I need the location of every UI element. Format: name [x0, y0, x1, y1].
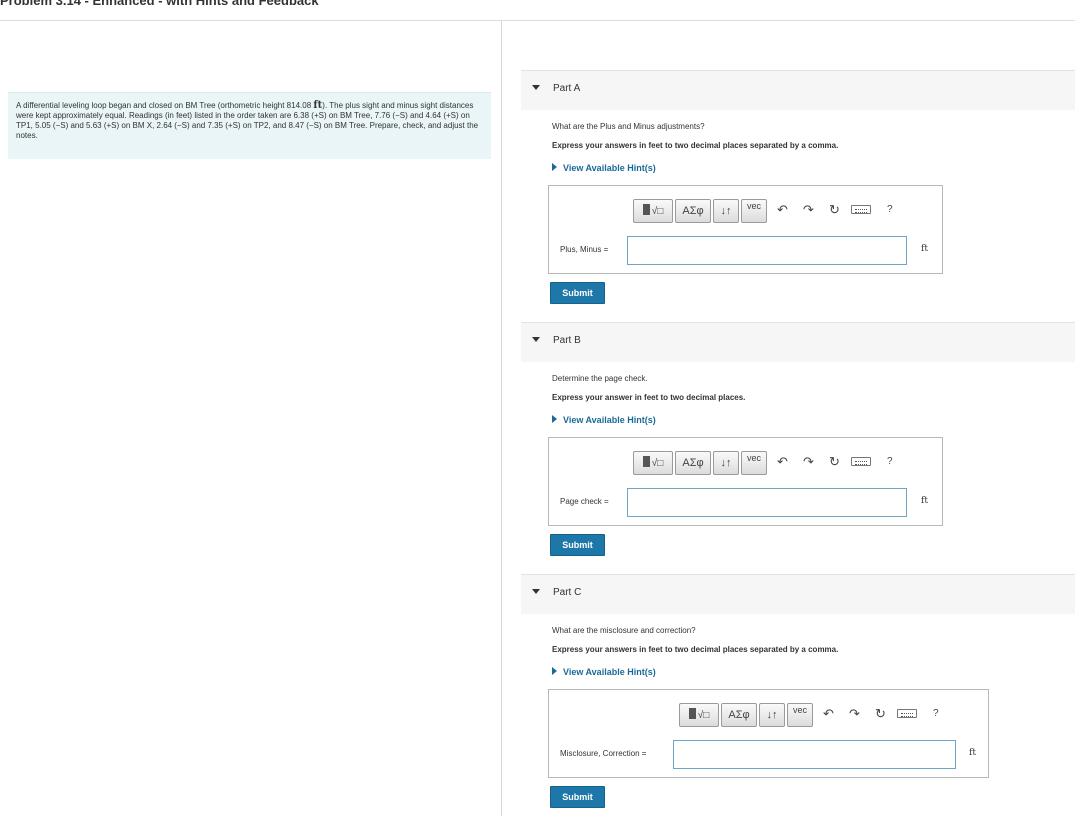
collapse-caret-icon[interactable] [532, 337, 540, 342]
part-a-instruction: Express your answers in feet to two deci… [552, 141, 839, 150]
hint-arrow-icon [552, 415, 557, 423]
vector-button[interactable]: vec [741, 199, 767, 223]
part-a-answer-input[interactable] [627, 236, 907, 265]
top-bar: Problem 3.14 - Enhanced - with Hints and… [0, 0, 1075, 21]
part-c-hint-label: View Available Hint(s) [563, 667, 656, 677]
collapse-caret-icon[interactable] [532, 589, 540, 594]
part-a-answer-label: Plus, Minus = [560, 245, 609, 254]
arrows-button[interactable]: ↓↑ [759, 703, 785, 727]
part-a-hint-label: View Available Hint(s) [563, 163, 656, 173]
part-b-question: Determine the page check. [552, 374, 648, 383]
part-b-submit-button[interactable]: Submit [550, 534, 605, 556]
part-c-header[interactable]: Part C [521, 574, 1075, 614]
part-c-submit-button[interactable]: Submit [550, 786, 605, 808]
part-b-instruction: Express your answer in feet to two decim… [552, 393, 746, 402]
redo-icon[interactable]: ↷ [849, 705, 860, 723]
part-c-instruction: Express your answers in feet to two deci… [552, 645, 839, 654]
arrows-button[interactable]: ↓↑ [713, 451, 739, 475]
help-button[interactable]: ? [887, 453, 893, 471]
vector-button[interactable]: vec [741, 451, 767, 475]
part-b-hint-link[interactable]: View Available Hint(s) [552, 415, 656, 425]
templates-button[interactable]: √□ [679, 703, 719, 727]
undo-icon[interactable]: ↶ [823, 705, 834, 723]
problem-statement: A differential leveling loop began and c… [8, 92, 491, 159]
part-c-answer-box: √□ ΑΣφ ↓↑ vec ↶ ↷ ↻ ? Misclosure, Correc… [548, 689, 989, 778]
part-b-answer-input[interactable] [627, 488, 907, 517]
problem-unit: ft [313, 100, 323, 111]
problem-title: Problem 3.14 - Enhanced - with Hints and… [0, 0, 319, 8]
hint-arrow-icon [552, 667, 557, 675]
part-b-header[interactable]: Part B [521, 322, 1075, 362]
undo-icon[interactable]: ↶ [777, 453, 788, 471]
part-a-submit-button[interactable]: Submit [550, 282, 605, 304]
part-b-hint-label: View Available Hint(s) [563, 415, 656, 425]
templates-button[interactable]: √□ [633, 451, 673, 475]
part-c-unit: ft [969, 748, 976, 758]
keyboard-icon[interactable] [897, 709, 917, 718]
fraction-sqrt-template-icon [642, 456, 650, 467]
column-divider [501, 21, 502, 816]
reset-icon[interactable]: ↻ [829, 453, 840, 471]
part-a-answer-box: √□ ΑΣφ ↓↑ vec ↶ ↷ ↻ ? Plus, Minus = ft [548, 185, 943, 274]
hint-arrow-icon [552, 163, 557, 171]
greek-symbols-button[interactable]: ΑΣφ [675, 199, 711, 223]
vector-button[interactable]: vec [787, 703, 813, 727]
reset-icon[interactable]: ↻ [875, 705, 886, 723]
redo-icon[interactable]: ↷ [803, 453, 814, 471]
fraction-sqrt-template-icon [642, 204, 650, 215]
templates-button[interactable]: √□ [633, 199, 673, 223]
collapse-caret-icon[interactable] [532, 85, 540, 90]
greek-symbols-button[interactable]: ΑΣφ [721, 703, 757, 727]
fraction-sqrt-template-icon [688, 708, 696, 719]
arrows-button[interactable]: ↓↑ [713, 199, 739, 223]
part-c-title: Part C [553, 587, 582, 598]
part-a-header[interactable]: Part A [521, 70, 1075, 110]
part-a-question: What are the Plus and Minus adjustments? [552, 122, 705, 131]
undo-icon[interactable]: ↶ [777, 201, 788, 219]
keyboard-icon[interactable] [851, 457, 871, 466]
part-c-answer-label: Misclosure, Correction = [560, 749, 647, 758]
part-b-answer-label: Page check = [560, 497, 609, 506]
redo-icon[interactable]: ↷ [803, 201, 814, 219]
part-c-answer-input[interactable] [673, 740, 956, 769]
reset-icon[interactable]: ↻ [829, 201, 840, 219]
part-a-title: Part A [553, 83, 581, 94]
part-c-question: What are the misclosure and correction? [552, 626, 696, 635]
part-c-hint-link[interactable]: View Available Hint(s) [552, 667, 656, 677]
keyboard-icon[interactable] [851, 205, 871, 214]
problem-text-start: A differential leveling loop began and c… [16, 101, 314, 110]
help-button[interactable]: ? [887, 201, 893, 219]
part-a-unit: ft [921, 244, 928, 254]
part-b-answer-box: √□ ΑΣφ ↓↑ vec ↶ ↷ ↻ ? Page check = ft [548, 437, 943, 526]
part-a-hint-link[interactable]: View Available Hint(s) [552, 163, 656, 173]
greek-symbols-button[interactable]: ΑΣφ [675, 451, 711, 475]
part-b-unit: ft [921, 496, 928, 506]
part-b-title: Part B [553, 335, 581, 346]
help-button[interactable]: ? [933, 705, 939, 723]
